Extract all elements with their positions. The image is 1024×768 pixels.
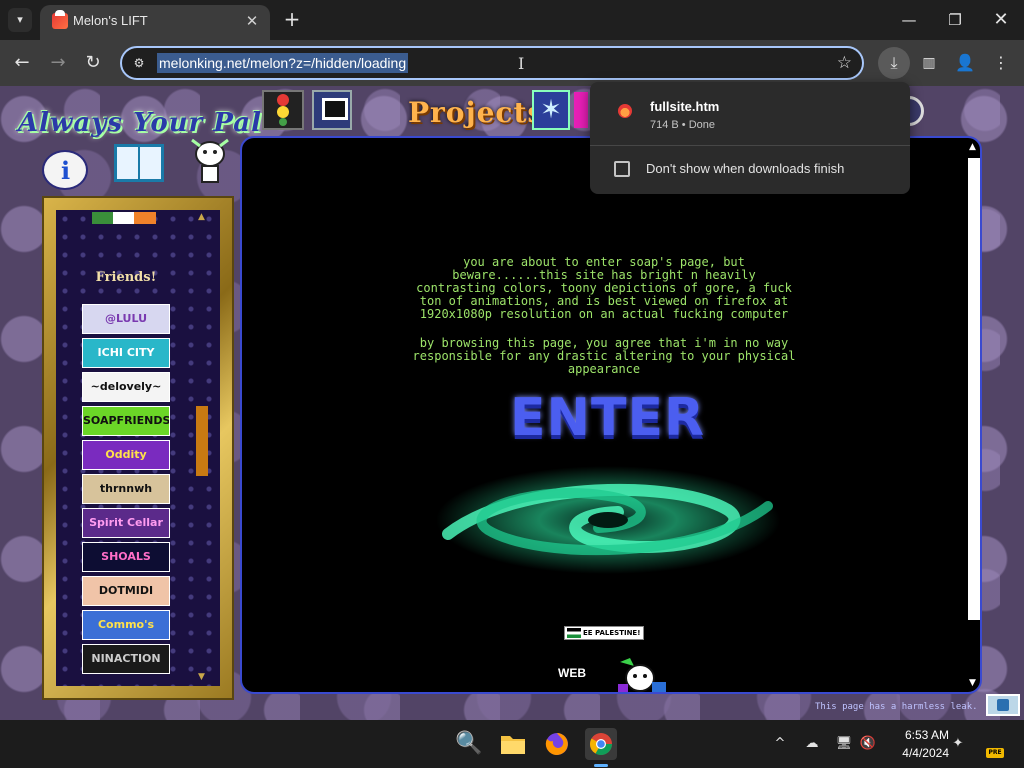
friends-frame: Friends! @LULU ICHI CITY ~delovely~ SOAPFRI… xyxy=(42,196,234,700)
monitor-button[interactable] xyxy=(312,90,352,130)
back-button[interactable]: ← xyxy=(9,50,35,76)
yellow-light-icon xyxy=(277,106,289,118)
web-label: WEB xyxy=(558,666,586,680)
site-logo[interactable]: Always Your Pal xyxy=(18,108,262,138)
divider xyxy=(590,145,910,146)
browser-toolbar: ← → ↻ ⚙ melonking.net/melon?z=/hidden/lo… xyxy=(0,40,1024,86)
warning-paragraph-2: by browsing this page, you agree that i'… xyxy=(412,336,796,376)
tray-chevron-icon[interactable]: ^ xyxy=(770,734,790,754)
scroll-up-icon[interactable]: ▲ xyxy=(198,212,205,222)
friends-list: Friends! @LULU ICHI CITY ~delovely~ SOAPFRI… xyxy=(56,210,220,686)
search-icon[interactable]: 🔍 xyxy=(453,728,485,760)
tab-strip: ▾ Melon's LIFT ✕ + — ❐ ✕ xyxy=(0,0,1024,40)
bookmark-star-icon[interactable]: ☆ xyxy=(837,53,852,73)
scroll-down-icon[interactable]: ▼ xyxy=(198,672,205,682)
close-window-button[interactable]: ✕ xyxy=(978,6,1024,34)
green-light-icon xyxy=(279,118,287,126)
tab-title: Melon's LIFT xyxy=(73,13,148,28)
clock-date[interactable]: 4/4/2024 xyxy=(885,746,949,760)
swirl-vortex-icon xyxy=(436,466,780,574)
forward-button[interactable]: → xyxy=(45,50,71,76)
friend-banner[interactable]: Oddity Commodity xyxy=(82,440,170,470)
notification-icon[interactable]: ✦ xyxy=(948,734,968,754)
footer-badge-icon[interactable] xyxy=(986,694,1020,716)
projects-link[interactable]: Projects xyxy=(408,96,544,129)
palestine-flag-icon xyxy=(567,628,581,638)
minimize-button[interactable]: — xyxy=(886,6,932,34)
volume-muted-icon[interactable]: 🔇 xyxy=(858,734,878,754)
friend-banner[interactable]: NINACTION xyxy=(82,644,170,674)
footer-note: This page has a harmless leak. xyxy=(815,702,978,712)
dont-show-label[interactable]: Don't show when downloads finish xyxy=(646,161,844,176)
frame-scroll-up-icon[interactable]: ▲ xyxy=(969,142,976,152)
dont-show-checkbox[interactable] xyxy=(614,161,630,177)
pink-nav-button[interactable] xyxy=(574,92,588,128)
mascot-icon xyxy=(191,138,229,183)
tab-search-button[interactable]: ▾ xyxy=(8,8,32,32)
star-nav-button[interactable]: ✶ xyxy=(532,90,570,130)
firefox-icon[interactable] xyxy=(541,728,573,760)
book-icon[interactable] xyxy=(114,144,164,182)
tab-favicon-icon xyxy=(52,10,68,29)
friend-banner[interactable]: Spirit Cellar xyxy=(82,508,170,538)
display-icon[interactable]: 🖥 xyxy=(834,734,854,754)
friend-banner[interactable]: Commo's Space xyxy=(82,610,170,640)
frame-scrollbar-thumb[interactable] xyxy=(968,158,980,620)
active-app-indicator xyxy=(594,764,608,767)
friend-banner[interactable]: thrnnwh hsfid xyxy=(82,474,170,504)
profile-icon[interactable]: 👤 xyxy=(954,52,976,74)
warning-paragraph-1: you are about to enter soap's page, but … xyxy=(416,255,792,321)
entry-frame: you are about to enter soap's page, but … xyxy=(240,136,982,694)
address-bar[interactable]: ⚙ melonking.net/melon?z=/hidden/loading … xyxy=(120,46,864,80)
onedrive-icon[interactable]: ☁ xyxy=(802,734,822,754)
new-tab-button[interactable]: + xyxy=(280,8,304,32)
maximize-button[interactable]: ❐ xyxy=(932,6,978,34)
frame-scroll-down-icon[interactable]: ▼ xyxy=(969,678,976,688)
friend-banner[interactable]: SOAPFRIENDS xyxy=(82,406,170,436)
pre-badge: PRE xyxy=(986,748,1004,758)
file-explorer-icon[interactable] xyxy=(497,728,529,760)
friend-banner[interactable]: DOTMIDI xyxy=(82,576,170,606)
stoplight-button[interactable] xyxy=(262,90,304,130)
palestine-badge[interactable]: EE PALESTINE! F xyxy=(564,626,644,649)
download-file-name[interactable]: fullsite.htm xyxy=(650,99,719,114)
friends-scrollbar-thumb[interactable] xyxy=(196,406,208,476)
friend-banner[interactable]: ICHI CITY xyxy=(82,338,170,368)
chrome-icon[interactable] xyxy=(585,728,617,760)
taskbar: 🔍 ^ ☁ 🖥 🔇 6:53 AM 4/4/2024 ✦ PRE xyxy=(0,720,1024,768)
friend-banner[interactable]: SHOALS xyxy=(82,542,170,572)
red-light-icon xyxy=(277,94,289,106)
downloads-bubble: fullsite.htm 714 B • Done Don't show whe… xyxy=(590,82,910,194)
clock-time[interactable]: 6:53 AM xyxy=(893,728,949,742)
tab-active[interactable]: Melon's LIFT ✕ xyxy=(40,5,270,40)
downloads-button[interactable]: ⤓ xyxy=(878,47,910,79)
friends-title: Friends! xyxy=(95,270,157,285)
url-text[interactable]: melonking.net/melon?z=/hidden/loading xyxy=(157,53,409,73)
character-sprite-icon xyxy=(618,658,666,692)
site-info-icon[interactable]: ⚙ xyxy=(130,54,148,72)
text-cursor-icon: I xyxy=(518,54,525,73)
friend-banner[interactable]: ~delovely~ xyxy=(82,372,170,402)
enter-button[interactable]: ENTER xyxy=(510,386,704,450)
reload-button[interactable]: ↻ xyxy=(80,50,106,76)
side-panel-icon[interactable]: ▥ xyxy=(918,52,940,74)
tab-close-icon[interactable]: ✕ xyxy=(242,11,262,31)
download-file-status: 714 B • Done xyxy=(650,119,716,131)
friend-banner[interactable]: @LULU xyxy=(82,304,170,334)
browser-menu-icon[interactable]: ⋮ xyxy=(990,52,1012,74)
flag-strip xyxy=(92,212,156,224)
file-type-icon xyxy=(618,104,632,118)
info-icon[interactable] xyxy=(42,150,88,190)
